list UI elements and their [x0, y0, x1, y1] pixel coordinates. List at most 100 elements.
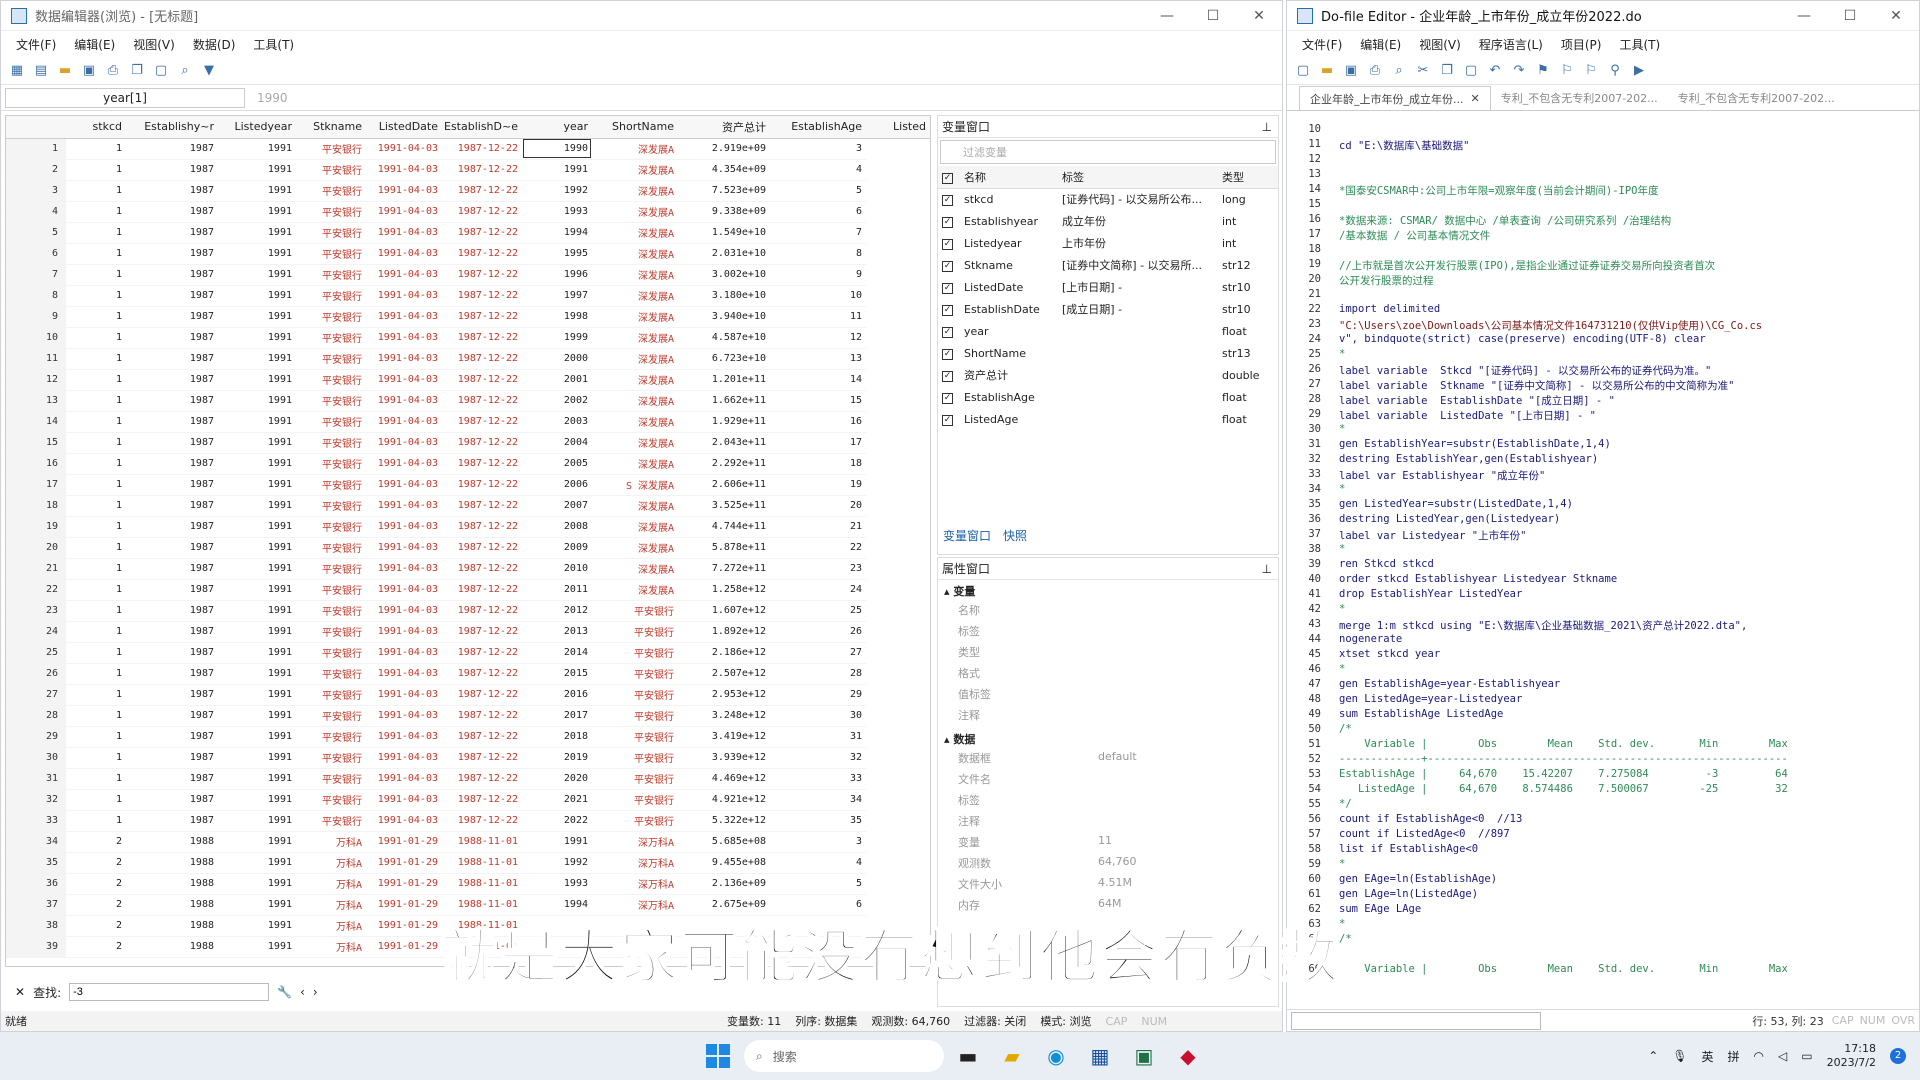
grid-cell[interactable]: 1991-04-03: [366, 138, 442, 160]
grid-cell[interactable]: 1987-12-22: [442, 579, 522, 601]
grid-cell[interactable]: 深发展A: [592, 348, 678, 370]
grid-cell[interactable]: 1988-11-01: [442, 873, 522, 895]
grid-cell[interactable]: 1987: [126, 432, 218, 454]
grid-cell[interactable]: 万科A: [296, 936, 366, 958]
grid-cell[interactable]: 1: [66, 810, 126, 832]
grid-cell[interactable]: 平安银行: [592, 684, 678, 706]
code-line[interactable]: 49 sum EstablishAge ListedAge: [1287, 708, 1919, 723]
menu-tools[interactable]: 工具(T): [1610, 36, 1669, 53]
grid-cell[interactable]: 平安银行: [296, 138, 366, 160]
code-line[interactable]: 13: [1287, 168, 1919, 183]
grid-cell[interactable]: 平安银行: [592, 600, 678, 622]
grid-cell[interactable]: 1991-01-29: [366, 894, 442, 916]
grid-cell[interactable]: 1: [66, 285, 126, 307]
grid-cell[interactable]: 平安银行: [296, 180, 366, 202]
grid-cell[interactable]: 5: [770, 180, 866, 202]
code-line[interactable]: 45 xtset stkcd year: [1287, 648, 1919, 663]
grid-cell[interactable]: 5: [770, 873, 866, 895]
grid-cell[interactable]: 1: [66, 789, 126, 811]
grid-cell[interactable]: 1: [66, 411, 126, 433]
grid-cell[interactable]: 1988-11-01: [442, 852, 522, 874]
grid-cell[interactable]: 1: [66, 432, 126, 454]
grid-cell[interactable]: 1991: [218, 936, 296, 958]
ime-lang[interactable]: 英: [1702, 1048, 1714, 1065]
grid-cell[interactable]: 1991-04-03: [366, 642, 442, 664]
code-line[interactable]: 12: [1287, 153, 1919, 168]
grid-cell[interactable]: 1987-12-22: [442, 558, 522, 580]
grid-cell[interactable]: 平安银行: [296, 348, 366, 370]
grid-cell[interactable]: 1991: [218, 222, 296, 244]
code-line[interactable]: 16 *数据来源: CSMAR/ 数据中心 /单表查询 /公司研究系列 /治理结构: [1287, 213, 1919, 228]
grid-cell[interactable]: 平安银行: [592, 642, 678, 664]
grid-cell[interactable]: 平安银行: [296, 810, 366, 832]
grid-cell[interactable]: 2: [66, 915, 126, 937]
grid-cell[interactable]: 4.469e+12: [678, 768, 770, 790]
grid-cell[interactable]: 1998: [522, 306, 592, 328]
grid-cell[interactable]: 1987-12-22: [442, 411, 522, 433]
code-line[interactable]: 40 order stkcd Establishyear Listedyear S…: [1287, 573, 1919, 588]
grid-cell[interactable]: 1991: [218, 432, 296, 454]
grid-cell[interactable]: 4: [770, 852, 866, 874]
grid-cell[interactable]: 2005: [522, 453, 592, 475]
grid-cell[interactable]: 1991: [218, 495, 296, 517]
print-icon[interactable]: ⎙: [1365, 61, 1385, 81]
grid-cell[interactable]: 1987-12-22: [442, 537, 522, 559]
grid-cell[interactable]: 深发展A: [592, 264, 678, 286]
grid-cell[interactable]: 2.043e+11: [678, 432, 770, 454]
table-row[interactable]: 4 1 1987 1991 平安银行 1991-04-03 1987-12-22 1993 深发…: [6, 201, 930, 223]
grid-cell[interactable]: 平安银行: [592, 726, 678, 748]
code-line[interactable]: 41 drop EstablishYear ListedYear: [1287, 588, 1919, 603]
grid-cell[interactable]: 平安银行: [296, 159, 366, 181]
table-row[interactable]: 20 1 1987 1991 平安银行 1991-04-03 1987-12-22 2009 深…: [6, 537, 930, 559]
grid-cell[interactable]: 27: [770, 642, 866, 664]
code-line[interactable]: 20 公开发行股票的过程: [1287, 273, 1919, 288]
variable-row[interactable]: ✓ 资产总计 double: [938, 364, 1278, 386]
grid-cell[interactable]: 深发展A: [592, 159, 678, 181]
grid-cell[interactable]: 1991: [218, 159, 296, 181]
grid-cell[interactable]: 23: [770, 558, 866, 580]
grid-cell[interactable]: 1: [66, 642, 126, 664]
grid-cell[interactable]: 1987-12-22: [442, 768, 522, 790]
variable-row[interactable]: ✓ EstablishAge float: [938, 386, 1278, 408]
column-header[interactable]: 资产总计: [678, 116, 770, 139]
grid-cell[interactable]: 1987-12-22: [442, 789, 522, 811]
code-line[interactable]: 28 label variable EstablishDate "[成立日期] -…: [1287, 393, 1919, 408]
grid-cell[interactable]: 1991-04-03: [366, 789, 442, 811]
grid-cell[interactable]: 31: [770, 726, 866, 748]
select-all-checkbox[interactable]: ✓: [942, 172, 953, 184]
variable-row[interactable]: ✓ Establishyear 成立年份 int: [938, 210, 1278, 232]
grid-cell[interactable]: 深发展A: [592, 306, 678, 328]
grid-cell[interactable]: 深发展A: [592, 558, 678, 580]
grid-cell[interactable]: 1987-12-22: [442, 348, 522, 370]
grid-cell[interactable]: 深发展A: [592, 285, 678, 307]
grid-cell[interactable]: 1987: [126, 222, 218, 244]
grid-cell[interactable]: 4: [770, 159, 866, 181]
code-line[interactable]: 55 */: [1287, 798, 1919, 813]
show-icon[interactable]: ⚲: [1605, 61, 1625, 81]
code-line[interactable]: 53 EstablishAge | 64,670 15.42207 7.27508…: [1287, 768, 1919, 783]
maximize-button[interactable]: ☐: [1827, 8, 1873, 24]
grid-cell[interactable]: 1991-04-03: [366, 747, 442, 769]
grid-cell[interactable]: 1988-11-01: [442, 831, 522, 853]
battery-icon[interactable]: ▭: [1801, 1049, 1812, 1063]
menu-file[interactable]: 文件(F): [7, 36, 65, 53]
grid-cell[interactable]: 深发展A: [592, 579, 678, 601]
grid-cell[interactable]: 1991: [218, 831, 296, 853]
grid-cell[interactable]: 1: [66, 726, 126, 748]
grid-cell[interactable]: 18: [770, 453, 866, 475]
grid-cell[interactable]: 1: [66, 243, 126, 265]
print-icon[interactable]: ⎙: [103, 61, 123, 81]
redo-icon[interactable]: ↷: [1509, 61, 1529, 81]
grid-cell[interactable]: 1987: [126, 810, 218, 832]
grid-cell[interactable]: 1991-04-03: [366, 201, 442, 223]
grid-cell[interactable]: 平安银行: [592, 747, 678, 769]
grid-cell[interactable]: 1987-12-22: [442, 663, 522, 685]
grid-cell[interactable]: 2.031e+10: [678, 243, 770, 265]
table-row[interactable]: 3 1 1987 1991 平安银行 1991-04-03 1987-12-22 1992 深发…: [6, 180, 930, 202]
grid-cell[interactable]: 平安银行: [592, 663, 678, 685]
microphone-icon[interactable]: 🎙: [1672, 1049, 1687, 1063]
find-input[interactable]: [69, 983, 270, 1001]
grid-cell[interactable]: 3.525e+11: [678, 495, 770, 517]
grid-cell[interactable]: 万科A: [296, 831, 366, 853]
grid-cell[interactable]: 1991: [218, 621, 296, 643]
